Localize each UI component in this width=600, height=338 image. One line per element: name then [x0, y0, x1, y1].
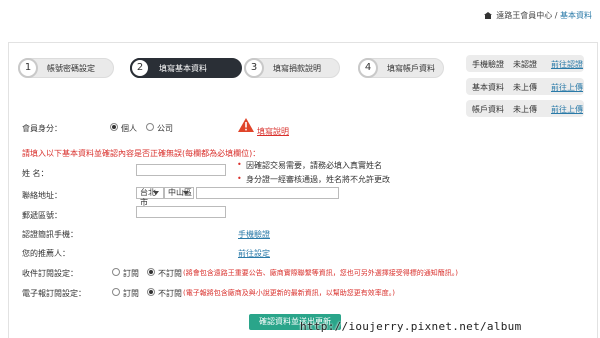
status-key: 帳戶資料 — [472, 105, 504, 114]
address-label: 聯絡地址： — [22, 191, 62, 200]
step-number: 4 — [358, 58, 378, 78]
status-action-link[interactable]: 前往上傳 — [551, 82, 583, 93]
step-label: 帳號密碼設定 — [47, 64, 95, 73]
phone-label: 認證簡訊手機： — [22, 230, 78, 239]
breadcrumb: 遠路王會員中心 / 基本資料 — [483, 10, 592, 21]
epaper-sub-on-radio[interactable] — [112, 288, 120, 296]
order-sub-on-radio[interactable] — [112, 268, 120, 276]
epaper-sub-label: 電子報訂閱設定： — [22, 289, 86, 298]
breadcrumb-home[interactable]: 遠路王會員中心 — [496, 11, 552, 20]
step-label: 填寫基本資料 — [159, 64, 207, 73]
epaper-sub-off-label: 不訂閱 — [158, 289, 182, 298]
chevron-down-icon — [153, 191, 159, 195]
breadcrumb-separator: / — [554, 11, 558, 20]
order-sub-label: 收件訂閱設定： — [22, 269, 78, 278]
member-type-company-label: 公司 — [157, 124, 173, 133]
name-hint-2: 身分證一經審核通過，姓名將不允許更改 — [246, 175, 390, 184]
breadcrumb-current[interactable]: 基本資料 — [560, 11, 592, 20]
member-type-company-radio[interactable] — [146, 123, 154, 131]
step-number: 2 — [130, 58, 150, 78]
recommender-link[interactable]: 前往設定 — [238, 248, 270, 259]
epaper-sub-on-label: 訂閱 — [123, 289, 139, 298]
step-number: 3 — [244, 58, 264, 78]
order-sub-on-label: 訂閱 — [123, 269, 139, 278]
zip-input[interactable] — [136, 206, 226, 218]
step-2[interactable]: 2 填寫基本資料 — [130, 58, 242, 78]
name-hint-1: 因確認交易需要，請務必填入真實姓名 — [246, 161, 382, 170]
warning-icon — [238, 118, 254, 132]
home-icon[interactable] — [483, 12, 492, 19]
address-input[interactable] — [196, 187, 339, 199]
name-input[interactable] — [136, 164, 226, 176]
step-4[interactable]: 4 填寫帳戶資料 — [358, 58, 444, 78]
status-action-link[interactable]: 前往上傳 — [551, 104, 583, 115]
status-key: 基本資料 — [472, 83, 504, 92]
status-key: 手機驗證 — [472, 60, 504, 69]
order-sub-off-radio[interactable] — [147, 268, 155, 276]
step-label: 填寫帳戶資料 — [387, 64, 435, 73]
status-action-link[interactable]: 前往認證 — [551, 59, 583, 70]
watermark: http://ioujerry.pixnet.net/album — [300, 320, 522, 333]
member-type-personal-label: 個人 — [121, 124, 137, 133]
phone-verify-link[interactable]: 手機驗證 — [238, 229, 270, 240]
status-value: 未認證 — [513, 60, 537, 69]
step-3[interactable]: 3 填寫捐款說明 — [244, 58, 340, 78]
order-sub-off-label: 不訂閱 — [158, 269, 182, 278]
epaper-sub-off-radio[interactable] — [147, 288, 155, 296]
step-label: 填寫捐款說明 — [273, 64, 321, 73]
status-value: 未上傳 — [513, 105, 537, 114]
district-select[interactable]: 中山區 — [164, 187, 194, 199]
status-account: 帳戶資料 未上傳 前往上傳 — [466, 100, 584, 117]
member-type-personal-radio[interactable] — [110, 123, 118, 131]
recommender-label: 您的推薦人： — [22, 249, 70, 258]
status-phone: 手機驗證 未認證 前往認證 — [466, 55, 584, 72]
epaper-sub-note: (電子報將包含廠商及與小說更新的最新資訊，以幫助您更有效率度。) — [183, 289, 395, 297]
name-hint-bullet: • — [237, 160, 242, 169]
required-notice: 請填入以下基本資料並確認內容是否正確無誤(每欄都為必填欄位)： — [22, 149, 261, 158]
status-value: 未上傳 — [513, 83, 537, 92]
chevron-down-icon — [183, 191, 189, 195]
name-hint-bullet: • — [237, 174, 242, 183]
zip-label: 郵遞區號： — [22, 211, 62, 220]
order-sub-note: (將會包含遠路王重要公告、廠商實際聯繫等資訊，您也可另外選擇接受得標的通知簡訊。… — [183, 269, 458, 277]
member-type-label: 會員身分： — [22, 124, 62, 133]
explain-link[interactable]: 填寫說明 — [257, 126, 289, 137]
step-1[interactable]: 1 帳號密碼設定 — [18, 58, 114, 78]
status-basic: 基本資料 未上傳 前往上傳 — [466, 78, 584, 95]
name-label: 姓 名： — [22, 169, 49, 178]
city-select[interactable]: 台北市 — [136, 187, 164, 207]
step-number: 1 — [18, 58, 38, 78]
